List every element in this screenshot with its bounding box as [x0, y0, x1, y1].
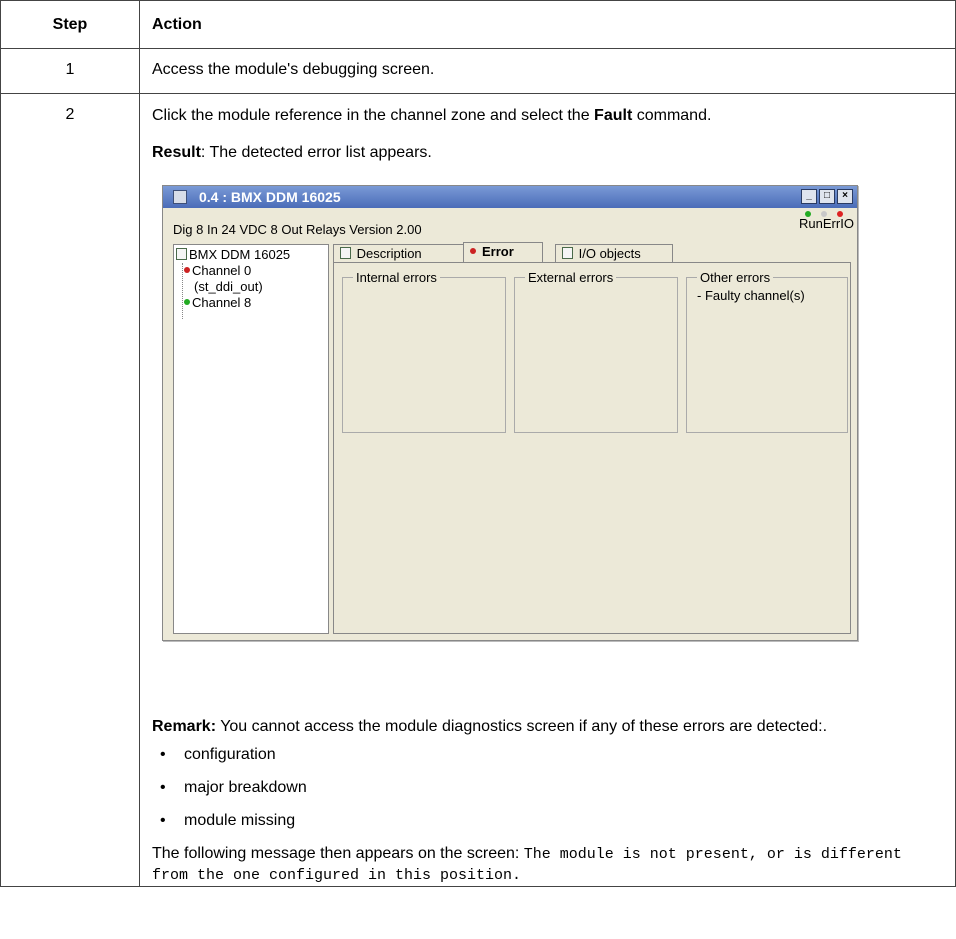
- other-errors-group: Other errors - Faulty channel(s): [686, 270, 848, 433]
- maximize-icon[interactable]: □: [819, 189, 835, 204]
- tree-item-channel-8[interactable]: Channel 8: [184, 295, 251, 310]
- remark: Remark: You cannot access the module dia…: [152, 717, 943, 737]
- step-number: 1: [0, 48, 140, 94]
- tab-label: I/O objects: [578, 246, 641, 261]
- internal-errors-group: Internal errors: [342, 270, 506, 433]
- list-item: major breakdown: [160, 778, 943, 798]
- error-dot-icon: [184, 267, 190, 273]
- list-item: module missing: [160, 811, 943, 831]
- module-debug-window: 0.4 : BMX DDM 16025 _ □ × Dig 8 In 24 VD…: [162, 185, 858, 641]
- module-icon: [176, 248, 187, 260]
- module-window-icon: [173, 190, 187, 204]
- step-text: Access the module's debugging screen.: [152, 61, 435, 78]
- tab-bar: Description Error I/O objects: [333, 242, 849, 264]
- header-step: Step: [0, 0, 140, 49]
- tree-connector: [182, 263, 183, 319]
- window-titlebar: 0.4 : BMX DDM 16025 _ □ ×: [163, 186, 857, 208]
- step-action: Click the module reference in the channe…: [139, 93, 956, 887]
- ok-dot-icon: [184, 299, 190, 305]
- channel-label: Channel 0: [192, 263, 252, 278]
- instruction-text: command.: [632, 107, 712, 124]
- close-icon[interactable]: ×: [837, 189, 853, 204]
- step-action: Access the module's debugging screen.: [139, 48, 956, 94]
- led-label: IO: [840, 216, 854, 231]
- tree-item-channel-0[interactable]: Channel 0: [184, 263, 251, 278]
- window-controls: _ □ ×: [801, 189, 853, 204]
- window-title: 0.4 : BMX DDM 16025: [199, 189, 341, 205]
- tab-label: Description: [356, 246, 422, 261]
- tab-io-objects[interactable]: I/O objects: [555, 244, 673, 263]
- remark-text: You cannot access the module diagnostics…: [216, 718, 828, 735]
- channel-variable: (st_ddi_out): [194, 279, 263, 294]
- led-label: Run: [799, 216, 823, 231]
- module-description: Dig 8 In 24 VDC 8 Out Relays Version 2.0…: [173, 222, 422, 237]
- error-list: configuration major breakdown module mis…: [152, 745, 943, 831]
- group-label: Internal errors: [353, 270, 440, 285]
- message-note: The following message then appears on th…: [152, 844, 943, 886]
- header-action: Action: [139, 0, 956, 49]
- io-objects-icon: [562, 247, 573, 259]
- remark-label: Remark:: [152, 718, 217, 735]
- list-item: configuration: [160, 745, 943, 765]
- error-panel: Internal errors External errors Other er…: [333, 262, 851, 634]
- fault-command: Fault: [594, 107, 633, 124]
- status-leds: Run Err IO: [799, 211, 854, 231]
- minimize-icon[interactable]: _: [801, 189, 817, 204]
- led-label: Err: [822, 216, 841, 231]
- tree-root-module[interactable]: BMX DDM 16025: [176, 247, 290, 262]
- description-icon: [340, 247, 351, 259]
- group-label: External errors: [525, 270, 617, 285]
- procedure-table: Step Action 1 Access the module's debugg…: [0, 0, 956, 887]
- step-number: 2: [0, 93, 140, 887]
- result: Result: The detected error list appears.: [152, 143, 943, 163]
- tab-label: Error: [482, 244, 514, 259]
- tab-error[interactable]: Error: [463, 242, 543, 264]
- channel-tree: BMX DDM 16025 Channel 0 (st_ddi_out) Cha…: [173, 244, 329, 634]
- external-errors-group: External errors: [514, 270, 678, 433]
- instruction: Click the module reference in the channe…: [152, 106, 943, 126]
- tree-root-label: BMX DDM 16025: [189, 247, 291, 262]
- instruction-text: Click the module reference in the channe…: [152, 107, 595, 124]
- error-entry: - Faulty channel(s): [697, 288, 805, 303]
- error-dot-icon: [470, 248, 476, 254]
- message-intro: The following message then appears on th…: [152, 845, 524, 862]
- result-text: : The detected error list appears.: [200, 144, 432, 161]
- tab-description[interactable]: Description: [333, 244, 465, 263]
- group-label: Other errors: [697, 270, 774, 285]
- channel-label: Channel 8: [192, 295, 252, 310]
- result-label: Result: [152, 144, 201, 161]
